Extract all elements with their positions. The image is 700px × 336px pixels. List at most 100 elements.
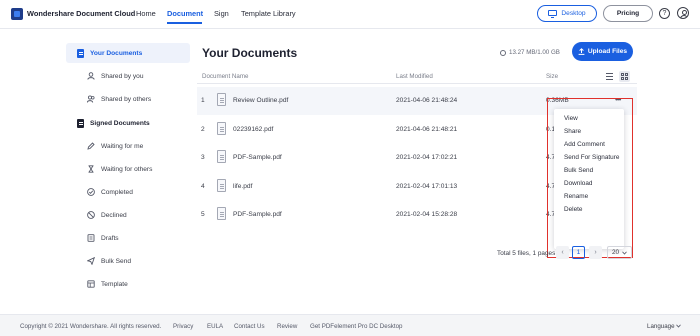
file-modified: 2021-02-04 17:01:13 <box>396 183 458 190</box>
current-page[interactable]: 1 <box>572 246 585 259</box>
file-name[interactable]: PDF-Sample.pdf <box>233 154 282 161</box>
brand-name[interactable]: Wondershare Document Cloud <box>27 9 135 18</box>
upload-files-label: Upload Files <box>587 48 628 55</box>
sidebar-item-declined[interactable]: Declined <box>66 205 190 225</box>
chevron-down-icon <box>622 251 627 255</box>
help-icon[interactable]: ? <box>659 8 670 19</box>
sidebar-section-label: Signed Documents <box>90 119 150 127</box>
shared-users-icon <box>87 95 95 103</box>
storage-usage: 13.27 MB/1.00 GB <box>500 49 560 56</box>
ban-icon <box>87 211 95 219</box>
pricing-button[interactable]: Pricing <box>603 5 653 22</box>
nav-home[interactable]: Home <box>136 9 156 18</box>
header-divider <box>0 28 700 29</box>
highlight-annotation-box <box>547 98 633 258</box>
sidebar-item-waiting-for-me[interactable]: Waiting for me <box>66 136 190 156</box>
row-number: 3 <box>201 154 205 161</box>
sidebar-item-waiting-for-others[interactable]: Waiting for others <box>66 159 190 179</box>
page-size-value: 20 <box>611 249 620 256</box>
file-name[interactable]: PDF-Sample.pdf <box>233 211 282 218</box>
pricing-button-label: Pricing <box>616 10 640 17</box>
sidebar-item-drafts[interactable]: Drafts <box>66 228 190 248</box>
nav-template-library[interactable]: Template Library <box>241 9 296 18</box>
sidebar-item-label: Waiting for me <box>101 142 144 150</box>
upload-files-button[interactable]: Upload Files <box>572 42 633 61</box>
pdf-file-icon <box>217 122 226 135</box>
next-page-icon[interactable]: › <box>589 246 602 259</box>
nav-sign[interactable]: Sign <box>214 9 229 18</box>
sidebar-section-signed-documents[interactable]: Signed Documents <box>66 113 190 133</box>
footer-link-contact[interactable]: Contact Us <box>234 323 265 330</box>
sidebar-item-label: Your Documents <box>90 49 143 57</box>
sidebar-item-shared-by-others[interactable]: Shared by others <box>66 89 190 109</box>
app-window: Wondershare Document Cloud Home Document… <box>0 0 700 336</box>
chevron-down-icon <box>676 324 682 328</box>
file-modified: 2021-04-06 21:48:21 <box>396 126 458 133</box>
signed-document-icon <box>77 118 84 128</box>
storage-usage-text: 13.27 MB/1.00 GB <box>509 49 560 56</box>
desktop-button-label: Desktop <box>561 10 586 17</box>
page-size-select[interactable]: 20 <box>607 246 632 259</box>
file-modified: 2021-04-06 21:48:24 <box>396 97 458 104</box>
brand-logo-icon[interactable] <box>11 8 23 20</box>
document-icon <box>77 48 84 58</box>
column-header-name[interactable]: Document Name <box>202 73 248 80</box>
file-name[interactable]: life.pdf <box>233 183 252 190</box>
page-title: Your Documents <box>202 46 298 60</box>
sidebar-item-completed[interactable]: Completed <box>66 182 190 202</box>
row-number: 4 <box>201 183 205 190</box>
sidebar-item-label: Completed <box>101 188 133 196</box>
column-header-last-modified[interactable]: Last Modified <box>396 73 433 80</box>
pen-icon <box>87 142 95 150</box>
sidebar-item-bulk-send[interactable]: Bulk Send <box>66 251 190 271</box>
row-number: 1 <box>201 97 205 104</box>
column-header-size[interactable]: Size <box>546 73 558 80</box>
sidebar-item-label: Shared by you <box>101 72 144 80</box>
sidebar-item-shared-by-you[interactable]: Shared by you <box>66 66 190 86</box>
user-avatar-icon[interactable] <box>677 7 689 19</box>
file-modified: 2021-02-04 17:02:21 <box>396 154 458 161</box>
top-navigation: Wondershare Document Cloud Home Document… <box>0 0 700 28</box>
active-tab-indicator <box>167 22 202 24</box>
file-name[interactable]: 02239162.pdf <box>233 126 273 133</box>
share-user-icon <box>87 72 95 80</box>
upload-icon <box>578 48 585 55</box>
row-number: 2 <box>201 126 205 133</box>
send-icon <box>87 257 95 265</box>
file-modified: 2021-02-04 15:28:28 <box>396 211 458 218</box>
footer-link-eula[interactable]: EULA <box>207 323 223 330</box>
pdf-file-icon <box>217 179 226 192</box>
sidebar-item-label: Drafts <box>101 234 119 242</box>
row-number: 5 <box>201 211 205 218</box>
sidebar-item-label: Template <box>101 280 128 288</box>
draft-icon <box>87 234 95 242</box>
sidebar-item-template[interactable]: Template <box>66 274 190 294</box>
nav-document[interactable]: Document <box>167 9 203 18</box>
sidebar-item-label: Shared by others <box>101 95 152 103</box>
footer-link-review[interactable]: Review <box>277 323 297 330</box>
footer-link-privacy[interactable]: Privacy <box>173 323 193 330</box>
grid-view-icon[interactable] <box>619 71 630 82</box>
language-selector[interactable]: Language <box>647 323 682 330</box>
footer-link-get-pdfelement[interactable]: Get PDFelement Pro DC Desktop <box>310 323 403 330</box>
footer: Copyright © 2021 Wondershare. All rights… <box>0 314 700 336</box>
list-view-icon[interactable] <box>605 72 614 81</box>
storage-icon <box>500 49 506 56</box>
sidebar-item-label: Waiting for others <box>101 165 153 173</box>
pdf-file-icon <box>217 150 226 163</box>
file-name[interactable]: Review Outline.pdf <box>233 97 288 104</box>
hourglass-icon <box>87 165 95 173</box>
check-circle-icon <box>87 188 95 196</box>
table-header-divider <box>197 83 637 84</box>
footer-copyright: Copyright © 2021 Wondershare. All rights… <box>20 323 162 330</box>
template-icon <box>87 280 95 288</box>
monitor-icon <box>548 9 558 18</box>
pdf-file-icon <box>217 207 226 220</box>
sidebar-item-label: Bulk Send <box>101 257 132 265</box>
pagination-summary: Total 5 files, 1 pages <box>497 250 556 257</box>
sidebar-item-your-documents[interactable]: Your Documents <box>66 43 190 63</box>
sidebar-item-label: Declined <box>101 211 127 219</box>
sidebar: Your Documents Shared by you Shared by o… <box>66 38 191 300</box>
desktop-button[interactable]: Desktop <box>537 5 597 22</box>
prev-page-icon[interactable]: ‹ <box>556 246 569 259</box>
